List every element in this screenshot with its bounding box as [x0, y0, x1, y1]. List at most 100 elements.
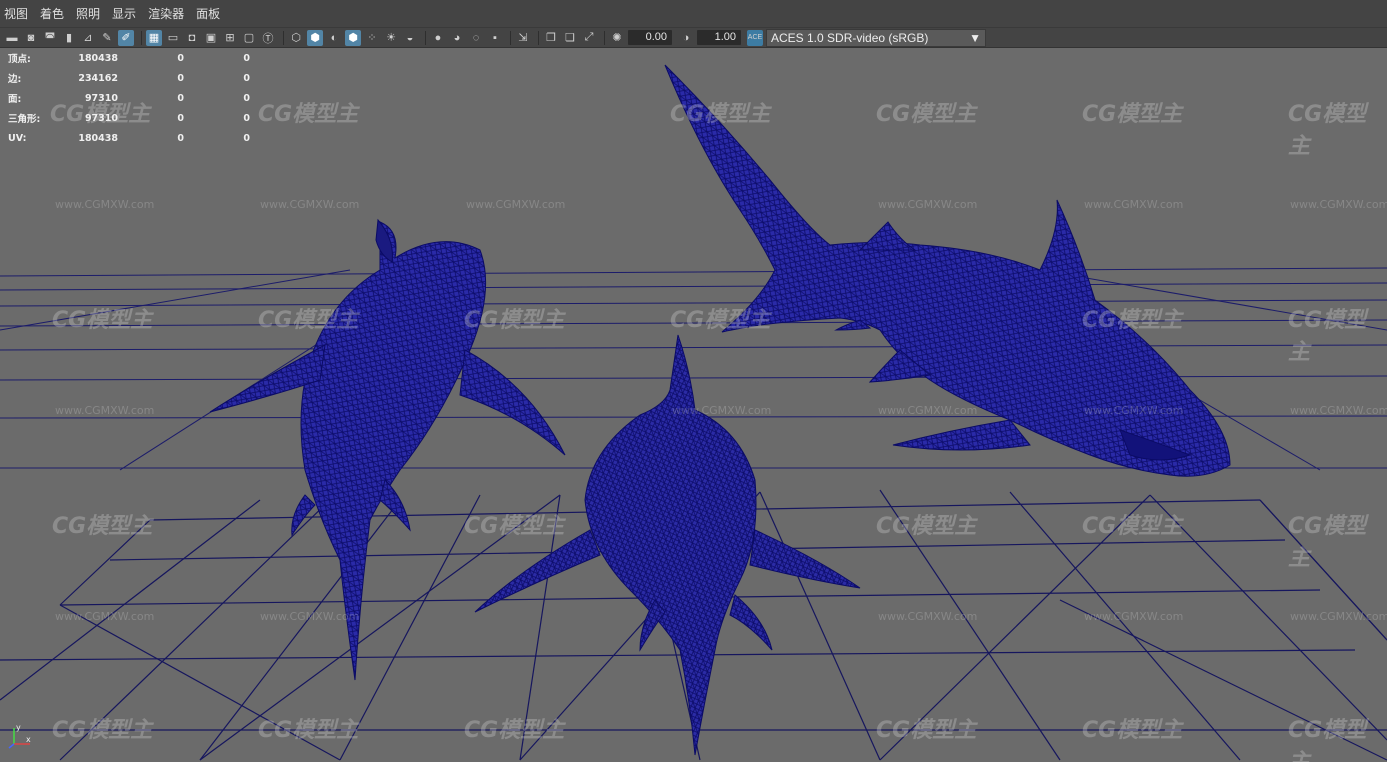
watermark-logo: CG模型主 [670, 102, 771, 127]
grid-icon[interactable]: ▦ [146, 29, 162, 46]
watermark-url: www.CGMXW.com [878, 610, 978, 623]
watermark-logo: CG模型主 [1288, 308, 1367, 365]
watermark-logo: CG模型主 [1082, 308, 1183, 333]
image-plane-icon[interactable]: ▮ [61, 30, 77, 46]
pencil-active-icon[interactable]: ✐ [118, 29, 134, 46]
menu-bar: 视图 着色 照明 显示 渲染器 面板 [0, 0, 1387, 28]
toolbar-divider [283, 30, 284, 45]
axis-gizmo-icon: y x [8, 723, 31, 749]
safe-action-icon[interactable]: ▢ [241, 30, 257, 46]
hud-row-faces: 面: 97310 0 0 [8, 92, 250, 106]
watermark-url: www.CGMXW.com [1084, 404, 1184, 417]
watermark-logo: CG模型主 [464, 308, 565, 333]
watermark-logo: CG模型主 [1082, 514, 1183, 539]
menu-renderer[interactable]: 渲染器 [144, 5, 192, 22]
axis-y-label: y [16, 723, 21, 732]
xray-active-icon[interactable]: ❏ [562, 30, 578, 46]
hud-row-vertices: 顶点: 180438 0 0 [8, 52, 250, 66]
frame-all-icon[interactable]: ⤢ [581, 30, 597, 46]
exposure-icon[interactable]: ✺ [609, 30, 625, 46]
use-all-lights-icon[interactable]: ☀ [383, 30, 399, 46]
shadows-icon[interactable]: ◒ [402, 30, 418, 46]
gamma-field[interactable]: 1.00 [697, 30, 741, 45]
watermark-logo: CG模型主 [258, 102, 359, 127]
menu-lighting[interactable]: 照明 [72, 5, 108, 22]
camera-attributes-icon[interactable]: ◙ [23, 30, 39, 46]
watermark-logo: CG模型主 [1288, 514, 1367, 571]
screen-space-ao-icon[interactable]: ● [430, 30, 446, 46]
smooth-shade-icon[interactable]: ⬢ [307, 29, 323, 46]
color-space-dropdown[interactable]: ACES 1.0 SDR-video (sRGB) ▼ [766, 28, 986, 47]
field-chart-icon[interactable]: ⊞ [222, 30, 238, 46]
toolbar-divider [510, 30, 511, 45]
gate-mask-icon[interactable]: ▣ [203, 30, 219, 46]
anti-aliasing-icon[interactable]: ◌ [468, 30, 484, 46]
watermark-url: www.CGMXW.com [878, 404, 978, 417]
watermark-logo: CG模型主 [464, 514, 565, 539]
watermark-url: www.CGMXW.com [55, 404, 155, 417]
xray-joints-icon[interactable]: ❐ [543, 30, 559, 46]
watermark-logo: CG模型主 [52, 514, 153, 539]
color-space-label: ACES 1.0 SDR-video (sRGB) [771, 30, 929, 45]
watermark-logo: CG模型主 [52, 718, 153, 743]
hud-row-edges: 边: 234162 0 0 [8, 72, 250, 86]
xray-icon[interactable]: ⁘ [364, 30, 380, 46]
grease-pencil-icon[interactable]: ✎ [99, 30, 115, 46]
2d-pan-zoom-icon[interactable]: ⊿ [80, 30, 96, 46]
watermark-logo: CG模型主 [876, 102, 977, 127]
film-gate-icon[interactable]: ▭ [165, 30, 181, 46]
safe-title-icon[interactable]: Ⓣ [260, 30, 276, 46]
gamma-icon[interactable]: ◑ [678, 30, 694, 46]
watermark-url: www.CGMXW.com [55, 610, 155, 623]
motion-blur-icon[interactable]: ◕ [449, 30, 465, 46]
watermark-url: www.CGMXW.com [466, 198, 566, 211]
exposure-field[interactable]: 0.00 [628, 30, 672, 45]
poly-count-hud: 顶点: 180438 0 0 边: 234162 0 0 面: 97310 0 … [8, 48, 250, 148]
watermark-url: www.CGMXW.com [1084, 198, 1184, 211]
hud-row-uvs: UV: 180438 0 0 [8, 132, 250, 144]
viewport-3d[interactable]: CG模型主 CG模型主 CG模型主 CG模型主 CG模型主 CG模型主 CG模型… [0, 48, 1387, 762]
menu-view[interactable]: 视图 [0, 5, 36, 22]
axis-x-label: x [26, 735, 31, 744]
watermark-logo: CG模型主 [1288, 718, 1367, 762]
watermark-logo: CG模型主 [258, 718, 359, 743]
watermark-url: www.CGMXW.com [260, 198, 360, 211]
camera-select-icon[interactable]: ▬ [4, 30, 20, 46]
default-material-icon[interactable]: ◐ [326, 30, 342, 46]
watermark-logo: CG模型主 [1288, 102, 1367, 159]
watermark-logo: CG模型主 [670, 308, 771, 333]
watermark-logo: CG模型主 [876, 514, 977, 539]
toolbar-divider [538, 30, 539, 45]
watermark-url: www.CGMXW.com [260, 610, 360, 623]
depth-of-field-icon[interactable]: ▪ [487, 30, 503, 46]
watermark-url: www.CGMXW.com [1290, 198, 1387, 211]
watermark-url: www.CGMXW.com [1290, 610, 1387, 623]
watermark-url: www.CGMXW.com [1290, 404, 1387, 417]
axis-gizmo: y x [6, 720, 36, 752]
watermark-url: www.CGMXW.com [55, 198, 155, 211]
hud-row-triangles: 三角形: 97310 0 0 [8, 112, 250, 126]
resolution-gate-icon[interactable]: ◘ [184, 30, 200, 46]
isolate-select-icon[interactable]: ⇲ [515, 30, 531, 46]
watermark-logo: CG模型主 [1082, 102, 1183, 127]
watermark-url: www.CGMXW.com [878, 198, 978, 211]
aces-icon[interactable]: ACE [747, 29, 763, 46]
watermark-url: www.CGMXW.com [1084, 610, 1184, 623]
wireframe-on-shaded-icon[interactable]: ⬢ [345, 29, 361, 46]
watermark-logo: CG模型主 [258, 308, 359, 333]
panel-toolbar: ▬ ◙ ◚ ▮ ⊿ ✎ ✐ ▦ ▭ ◘ ▣ ⊞ ▢ Ⓣ ⬡ ⬢ ◐ ⬢ ⁘ ☀ … [0, 28, 1387, 48]
toolbar-divider [425, 30, 426, 45]
menu-show[interactable]: 显示 [108, 5, 144, 22]
watermark-logo: CG模型主 [876, 718, 977, 743]
wireframe-icon[interactable]: ⬡ [288, 30, 304, 46]
watermark-logo: CG模型主 [1082, 718, 1183, 743]
menu-shading[interactable]: 着色 [36, 5, 72, 22]
watermark-logo: CG模型主 [52, 308, 153, 333]
watermark-logo: CG模型主 [464, 718, 565, 743]
toolbar-divider [141, 30, 142, 45]
bookmark-icon[interactable]: ◚ [42, 30, 58, 46]
menu-panels[interactable]: 面板 [192, 5, 228, 22]
shark-middle-wireframe [474, 334, 861, 756]
toolbar-divider [604, 30, 605, 45]
watermark-url: www.CGMXW.com [672, 404, 772, 417]
